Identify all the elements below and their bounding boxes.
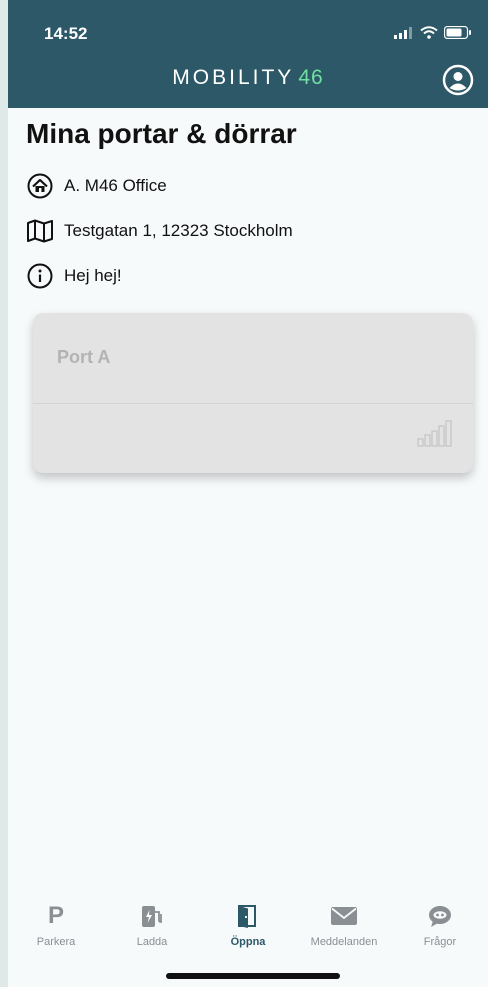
cellular-signal-icon <box>394 26 412 39</box>
card-divider <box>33 403 473 404</box>
address-text: Testgatan 1, 12323 Stockholm <box>64 221 293 240</box>
battery-icon <box>444 26 471 39</box>
message-text: Hej hej! <box>64 266 122 285</box>
app-screen: 14:52 MOBILITY 46 Mina portar & dörrar A… <box>8 0 488 987</box>
parking-icon: P <box>47 902 64 929</box>
door-icon <box>238 905 256 928</box>
info-icon <box>26 262 54 290</box>
tab-label-oppna: Öppna <box>230 936 266 948</box>
message-row: Hej hej! <box>26 262 122 290</box>
home-indicator[interactable] <box>166 973 340 979</box>
wifi-icon <box>420 26 438 39</box>
map-icon <box>26 217 54 245</box>
tab-label-parkera: Parkera <box>36 936 76 948</box>
location-name-row: A. M46 Office <box>26 172 167 200</box>
brand-text: MOBILITY <box>172 66 295 89</box>
tab-ladda[interactable]: Ladda <box>104 898 200 948</box>
chat-bot-icon <box>429 906 451 927</box>
tab-oppna[interactable]: Öppna <box>200 898 296 948</box>
tab-fragor[interactable]: Frågor <box>392 898 488 948</box>
page-title: Mina portar & dörrar <box>26 118 297 149</box>
tab-label-fragor: Frågor <box>423 936 457 948</box>
profile-button[interactable] <box>442 64 474 96</box>
home-icon <box>26 172 54 200</box>
app-header: 14:52 MOBILITY 46 <box>8 0 488 108</box>
brand-logo: MOBILITY 46 <box>8 66 488 90</box>
mail-icon <box>331 907 357 925</box>
location-name: A. M46 Office <box>64 176 167 195</box>
user-circle-icon <box>442 64 474 96</box>
tab-label-ladda: Ladda <box>136 936 168 948</box>
brand-number: 46 <box>298 66 324 89</box>
charging-icon <box>142 906 162 927</box>
tab-parkera[interactable]: P Parkera <box>8 898 104 948</box>
address-row: Testgatan 1, 12323 Stockholm <box>26 217 293 245</box>
door-title: Port A <box>57 347 111 367</box>
status-icons <box>394 26 472 39</box>
tab-label-meddelanden: Meddelanden <box>310 936 378 948</box>
tab-meddelanden[interactable]: Meddelanden <box>296 898 392 948</box>
bottom-tab-bar: P Parkera Ladda Öppna Meddelanden Frågor <box>8 898 488 968</box>
signal-strength-icon <box>417 420 452 447</box>
door-card-port-a[interactable]: Port A <box>33 313 473 473</box>
status-time: 14:52 <box>44 24 88 43</box>
